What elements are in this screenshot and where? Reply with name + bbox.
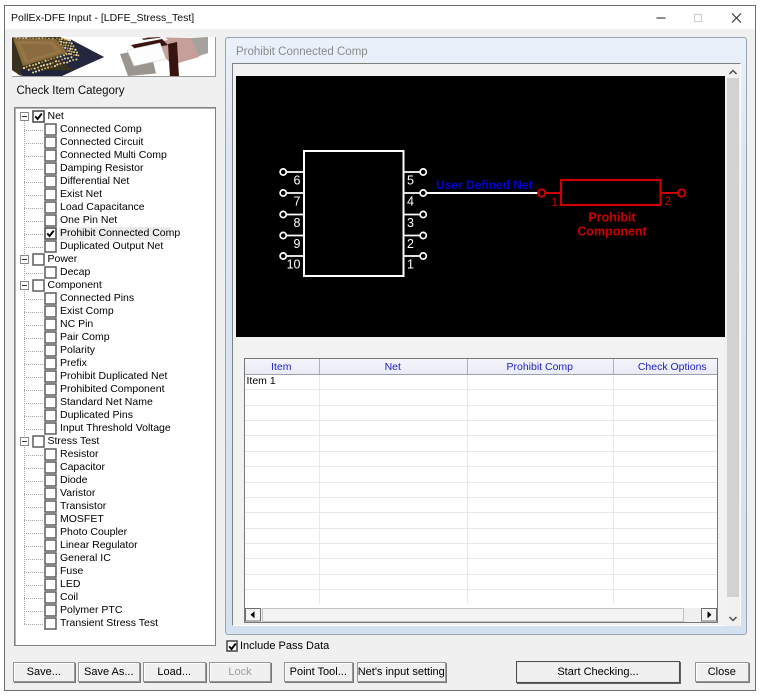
svg-text:1: 1 xyxy=(552,197,558,209)
svg-text:2: 2 xyxy=(407,237,414,251)
svg-text:Prohibit: Prohibit xyxy=(588,211,636,225)
svg-text:5: 5 xyxy=(407,174,414,188)
svg-text:6: 6 xyxy=(294,174,301,188)
svg-text:3: 3 xyxy=(407,216,414,230)
svg-text:1: 1 xyxy=(407,258,414,272)
svg-text:Component: Component xyxy=(577,225,647,239)
svg-text:4: 4 xyxy=(407,195,414,209)
svg-text:User Defined Net: User Defined Net xyxy=(436,178,533,192)
svg-text:7: 7 xyxy=(294,195,301,209)
svg-text:2: 2 xyxy=(665,196,671,208)
svg-text:10: 10 xyxy=(287,258,301,272)
svg-text:8: 8 xyxy=(294,216,301,230)
svg-text:9: 9 xyxy=(294,237,301,251)
